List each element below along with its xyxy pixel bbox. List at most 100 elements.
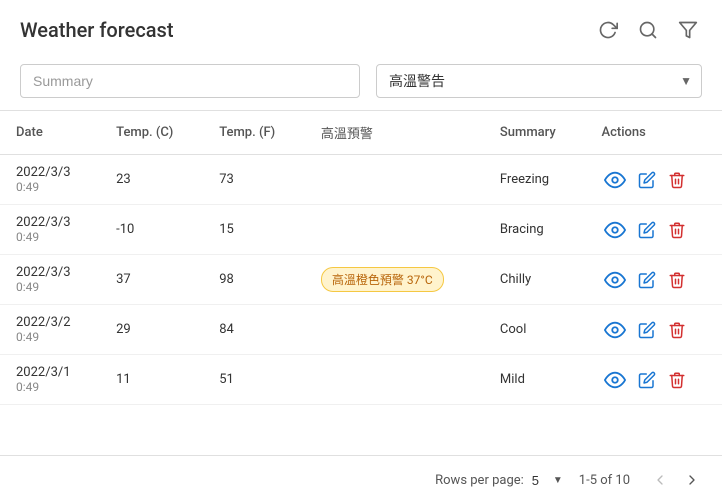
eye-icon xyxy=(604,319,626,341)
refresh-icon xyxy=(598,20,618,40)
col-actions: Actions xyxy=(586,111,722,155)
header: Weather forecast xyxy=(0,0,722,56)
delete-button[interactable] xyxy=(666,169,688,191)
header-icons xyxy=(594,16,702,44)
cell-date: 2022/3/20:49 xyxy=(0,305,100,355)
cell-temp-c: -10 xyxy=(100,205,203,255)
pencil-icon xyxy=(638,321,656,339)
cell-temp-c: 23 xyxy=(100,155,203,205)
cell-date: 2022/3/10:49 xyxy=(0,355,100,405)
cell-summary: Bracing xyxy=(484,205,586,255)
edit-button[interactable] xyxy=(636,269,658,291)
rows-per-page-label: Rows per page: xyxy=(435,473,524,488)
warning-filter-wrap: 高溫警告 全部 橙色警告 紅色警告 ▼ xyxy=(376,64,702,98)
trash-icon xyxy=(668,221,686,239)
view-button[interactable] xyxy=(602,317,628,343)
cell-actions xyxy=(586,255,722,305)
filter-icon xyxy=(678,20,698,40)
edit-button[interactable] xyxy=(636,369,658,391)
cell-actions xyxy=(586,205,722,255)
search-button[interactable] xyxy=(634,16,662,44)
eye-icon xyxy=(604,369,626,391)
view-button[interactable] xyxy=(602,267,628,293)
cell-warning: 高溫橙色預警 37°C xyxy=(305,255,484,305)
cell-actions xyxy=(586,355,722,405)
app-container: Weather forecast xyxy=(0,0,722,504)
view-button[interactable] xyxy=(602,367,628,393)
warning-badge: 高溫橙色預警 37°C xyxy=(321,267,444,292)
cell-warning xyxy=(305,305,484,355)
pencil-icon xyxy=(638,221,656,239)
col-temp-f: Temp. (F) xyxy=(203,111,305,155)
filter-row: 高溫警告 全部 橙色警告 紅色警告 ▼ xyxy=(0,56,722,110)
refresh-button[interactable] xyxy=(594,16,622,44)
view-button[interactable] xyxy=(602,167,628,193)
cell-actions xyxy=(586,155,722,205)
cell-date: 2022/3/30:49 xyxy=(0,255,100,305)
cell-date: 2022/3/30:49 xyxy=(0,155,100,205)
delete-button[interactable] xyxy=(666,369,688,391)
cell-summary: Cool xyxy=(484,305,586,355)
delete-button[interactable] xyxy=(666,219,688,241)
cell-temp-f: 98 xyxy=(203,255,305,305)
cell-warning xyxy=(305,205,484,255)
trash-icon xyxy=(668,321,686,339)
pencil-icon xyxy=(638,271,656,289)
chevron-left-icon xyxy=(652,472,668,488)
summary-filter-wrap xyxy=(20,64,360,98)
delete-button[interactable] xyxy=(666,319,688,341)
table-row: 2022/3/10:491151 Mild xyxy=(0,355,722,405)
delete-button[interactable] xyxy=(666,269,688,291)
eye-icon xyxy=(604,169,626,191)
cell-temp-c: 11 xyxy=(100,355,203,405)
cell-summary: Freezing xyxy=(484,155,586,205)
search-icon xyxy=(638,20,658,40)
table-row: 2022/3/20:492984 Cool xyxy=(0,305,722,355)
table-wrap: Date Temp. (C) Temp. (F) 高溫預警 Summary Ac… xyxy=(0,111,722,455)
cell-summary: Chilly xyxy=(484,255,586,305)
cell-temp-f: 84 xyxy=(203,305,305,355)
cell-summary: Mild xyxy=(484,355,586,405)
col-date: Date xyxy=(0,111,100,155)
cell-actions xyxy=(586,305,722,355)
col-summary: Summary xyxy=(484,111,586,155)
edit-button[interactable] xyxy=(636,219,658,241)
trash-icon xyxy=(668,271,686,289)
table-row: 2022/3/30:49-1015 Bracing xyxy=(0,205,722,255)
edit-button[interactable] xyxy=(636,169,658,191)
rows-per-page-select[interactable]: 5 10 25 xyxy=(532,473,563,488)
pencil-icon xyxy=(638,171,656,189)
cell-temp-c: 29 xyxy=(100,305,203,355)
summary-input[interactable] xyxy=(20,64,360,98)
cell-date: 2022/3/30:49 xyxy=(0,205,100,255)
rows-per-page: Rows per page: 5 10 25 ▼ xyxy=(435,473,563,488)
footer: Rows per page: 5 10 25 ▼ 1-5 of 10 xyxy=(0,455,722,504)
view-button[interactable] xyxy=(602,217,628,243)
eye-icon xyxy=(604,219,626,241)
filter-button[interactable] xyxy=(674,16,702,44)
trash-icon xyxy=(668,371,686,389)
col-warning: 高溫預警 xyxy=(305,111,484,155)
cell-temp-f: 73 xyxy=(203,155,305,205)
pencil-icon xyxy=(638,371,656,389)
page-info: 1-5 of 10 xyxy=(579,473,630,488)
table-row: 2022/3/30:492373 Freezing xyxy=(0,155,722,205)
rows-per-page-select-wrap: 5 10 25 ▼ xyxy=(532,473,563,488)
page-title: Weather forecast xyxy=(20,18,174,42)
cell-temp-c: 37 xyxy=(100,255,203,305)
table-row: 2022/3/30:493798 高溫橙色預警 37°C Chilly xyxy=(0,255,722,305)
next-page-button[interactable] xyxy=(678,466,706,494)
data-table: Date Temp. (C) Temp. (F) 高溫預警 Summary Ac… xyxy=(0,111,722,405)
trash-icon xyxy=(668,171,686,189)
cell-temp-f: 51 xyxy=(203,355,305,405)
edit-button[interactable] xyxy=(636,319,658,341)
prev-page-button[interactable] xyxy=(646,466,674,494)
warning-select[interactable]: 高溫警告 全部 橙色警告 紅色警告 xyxy=(376,64,702,98)
cell-warning xyxy=(305,355,484,405)
eye-icon xyxy=(604,269,626,291)
pagination-buttons xyxy=(646,466,706,494)
table-header-row: Date Temp. (C) Temp. (F) 高溫預警 Summary Ac… xyxy=(0,111,722,155)
col-temp-c: Temp. (C) xyxy=(100,111,203,155)
chevron-right-icon xyxy=(684,472,700,488)
cell-temp-f: 15 xyxy=(203,205,305,255)
